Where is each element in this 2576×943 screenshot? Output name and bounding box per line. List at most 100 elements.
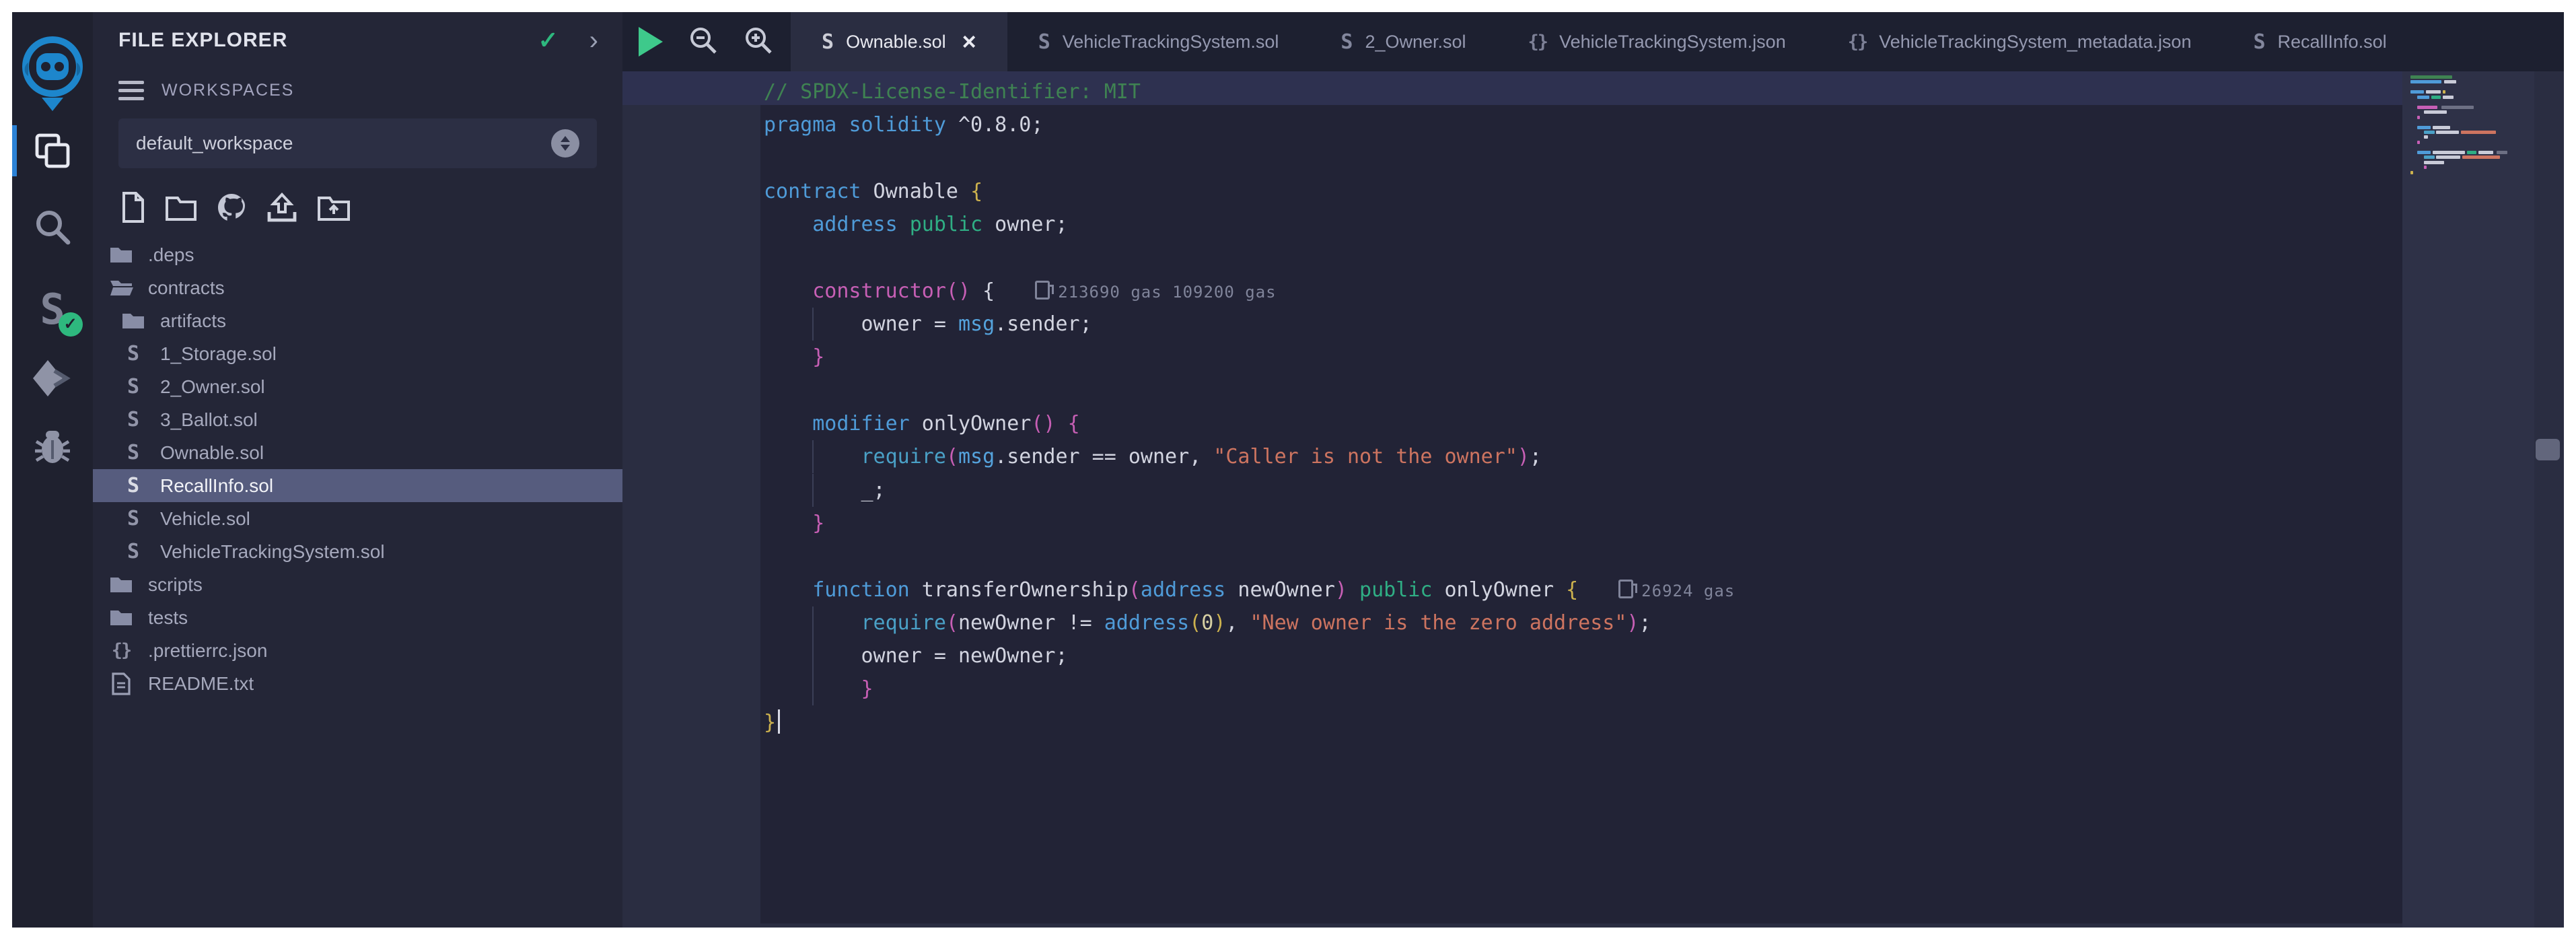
code-line: } [760, 341, 2402, 374]
sidebar-item-file-explorer[interactable] [12, 125, 93, 176]
tab-label: VehicleTrackingSystem.sol [1063, 32, 1279, 53]
code-line [760, 242, 2402, 275]
tab-label: VehicleTrackingSystem.json [1559, 32, 1786, 53]
tab[interactable]: {}VehicleTrackingSystem.json [1497, 12, 1817, 71]
zoom-in-icon [744, 26, 773, 55]
code-line: function transferOwnership(address newOw… [760, 573, 2402, 606]
folder-icon [109, 575, 133, 595]
solidity-file-icon: S [1340, 30, 1353, 54]
workspaces-menu-icon[interactable] [118, 81, 144, 100]
file-row[interactable]: README.txt [93, 667, 622, 700]
zoom-out-button[interactable] [688, 26, 718, 59]
solidity-file-icon: S [2253, 30, 2265, 54]
close-tab-icon[interactable]: × [962, 30, 976, 54]
file-row[interactable]: {} .prettierrc.json [93, 634, 622, 667]
tab[interactable]: S 2_Owner.sol [1310, 12, 1497, 71]
explorer-toolbar [93, 168, 622, 232]
tab-label: RecallInfo.sol [2278, 32, 2387, 53]
search-icon [33, 207, 72, 246]
tab[interactable]: S RecallInfo.sol [2222, 12, 2417, 71]
panel-title: FILE EXPLORER [118, 29, 538, 52]
file-label: artifacts [160, 310, 226, 332]
new-file-button[interactable] [120, 192, 147, 223]
deploy-run-icon [30, 357, 75, 399]
minimap-line [2410, 90, 2532, 94]
minimap-line [2410, 141, 2532, 144]
json-file-icon: {} [112, 640, 131, 661]
tab[interactable]: SOwnable.sol× [791, 12, 1007, 71]
solidity-file-icon: S [127, 408, 139, 431]
file-explorer-panel: FILE EXPLORER ✓ › WORKSPACES default_wor… [93, 12, 622, 928]
gas-estimate: 26924 gas [1618, 582, 1735, 600]
file-row[interactable]: artifacts [93, 304, 622, 337]
file-row[interactable]: tests [93, 601, 622, 634]
code-line: } [760, 507, 2402, 540]
tab-list: SOwnable.sol×SVehicleTrackingSystem.solS… [791, 12, 2564, 71]
clone-github-button[interactable] [215, 191, 248, 223]
editor-gutter [622, 71, 760, 928]
file-row[interactable]: S Ownable.sol [93, 436, 622, 469]
file-row[interactable]: scripts [93, 568, 622, 601]
solidity-file-icon: S [127, 507, 139, 530]
collapse-chevron-icon[interactable]: › [589, 27, 598, 54]
sidebar-item-search[interactable] [12, 203, 93, 250]
sidebar-item-deploy-and-run[interactable] [12, 353, 93, 404]
gas-estimate: 213690 gas 109200 gas [1035, 283, 1276, 302]
code-line: } [760, 706, 2402, 739]
tab-label: VehicleTrackingSystem_metadata.json [1879, 32, 2191, 53]
code-editor[interactable]: 1234567891011121314151617181920 // SPDX-… [622, 71, 2564, 928]
upload-file-button[interactable] [265, 192, 299, 223]
file-row[interactable]: contracts [93, 271, 622, 304]
minimap-line [2410, 110, 2532, 114]
code-line: owner = msg.sender; [760, 308, 2402, 341]
minimap-line [2410, 126, 2532, 129]
new-folder-button[interactable] [164, 193, 198, 222]
gas-pump-icon [1035, 281, 1050, 300]
tab[interactable]: {}VehicleTrackingSystem_metadata.json [1817, 12, 2223, 71]
file-label: .prettierrc.json [148, 640, 267, 662]
solidity-file-icon: S [127, 474, 139, 497]
file-row[interactable]: S 3_Ballot.sol [93, 403, 622, 436]
minimap-line [2410, 116, 2532, 119]
tab-label: 2_Owner.sol [1365, 32, 1466, 53]
remix-logo[interactable] [12, 31, 93, 114]
editor-scrollbar-thumb[interactable] [2536, 439, 2560, 460]
tab[interactable]: S VehicleTrackingSystem.sol [1007, 12, 1310, 71]
file-row[interactable]: S2_Owner.sol [93, 370, 622, 403]
file-row[interactable]: .deps [93, 238, 622, 271]
folder-icon [109, 245, 133, 265]
file-label: scripts [148, 574, 203, 596]
solidity-file-icon: S [127, 441, 139, 464]
upload-folder-button[interactable] [316, 193, 351, 222]
workspace-select[interactable]: default_workspace [118, 118, 597, 168]
file-row[interactable]: SVehicleTrackingSystem.sol [93, 535, 622, 568]
file-label: 3_Ballot.sol [160, 409, 258, 431]
minimap-line [2410, 80, 2532, 83]
solidity-file-icon: S [1038, 30, 1050, 54]
sidebar-item-debugger[interactable] [12, 420, 93, 471]
file-row[interactable]: SVehicle.sol [93, 502, 622, 535]
panel-header: FILE EXPLORER ✓ › [93, 12, 622, 69]
file-label: tests [148, 607, 188, 629]
folder-icon [109, 608, 133, 628]
gas-pump-icon [1618, 580, 1633, 598]
folder-icon [121, 311, 145, 331]
file-label: 2_Owner.sol [160, 376, 265, 398]
minimap[interactable] [2402, 71, 2564, 928]
zoom-in-button[interactable] [744, 26, 773, 59]
file-label: README.txt [148, 673, 254, 695]
code-line: _; [760, 474, 2402, 507]
code-line: require(newOwner != address(0), "New own… [760, 606, 2402, 639]
code-line: // SPDX-License-Identifier: MIT [760, 75, 2402, 108]
code-line [760, 142, 2402, 175]
minimap-line [2410, 106, 2532, 109]
file-row[interactable]: SRecallInfo.sol [93, 469, 622, 502]
sidebar-item-solidity-compiler[interactable]: S ✓ [12, 280, 93, 338]
file-explorer-icon [32, 130, 73, 172]
file-row[interactable]: S1_Storage.sol [93, 337, 622, 370]
run-script-button[interactable] [639, 27, 663, 57]
tab-label: Ownable.sol [846, 32, 946, 53]
file-label: Ownable.sol [160, 442, 264, 464]
workspaces-row: WORKSPACES [93, 69, 622, 112]
file-label: 1_Storage.sol [160, 343, 277, 365]
